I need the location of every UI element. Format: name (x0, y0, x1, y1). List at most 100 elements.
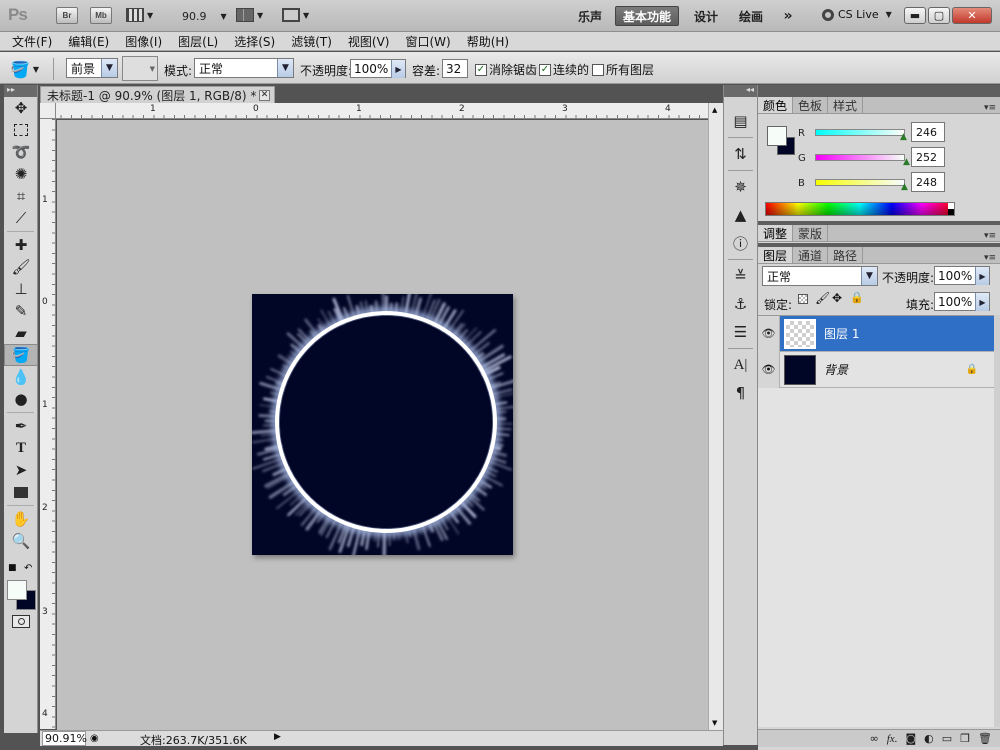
panel-menu-icon[interactable]: ▾≡ (984, 103, 996, 113)
document-tab[interactable]: 未标题-1 @ 90.9% (图层 1, RGB/8) * ✕ (40, 86, 275, 103)
clone-source-icon[interactable]: ⚓ (724, 290, 757, 318)
menu-window[interactable]: 窗口(W) (405, 33, 450, 50)
tab-layers[interactable]: 图层 (758, 247, 794, 263)
workspace-design[interactable]: 设计 (686, 6, 726, 26)
tools-panel-header[interactable]: ▸▸ (4, 85, 37, 97)
layer-name[interactable]: 背景 (824, 361, 848, 378)
info-panel-icon[interactable]: ⓘ (724, 229, 757, 257)
layer-name[interactable]: 图层 1 (824, 325, 859, 342)
more-workspaces-button[interactable]: » (776, 6, 800, 26)
screen-mode-button[interactable]: ▼ (282, 8, 309, 22)
crop-tool-icon[interactable]: ⌗ (4, 185, 38, 207)
tab-adjustments[interactable]: 调整 (758, 225, 794, 241)
workspace-music[interactable]: 乐声 (570, 6, 610, 26)
tab-styles[interactable]: 样式 (828, 97, 864, 113)
layer-fill-input[interactable]: 100% ▶ (934, 292, 990, 311)
quick-mask-button[interactable] (12, 615, 30, 628)
fill-source-select[interactable]: 前景 ▼ (66, 58, 118, 78)
mini-bridge-button[interactable]: Mb (90, 7, 112, 24)
eyedropper-tool-icon[interactable]: ⟋ (4, 207, 38, 229)
dodge-tool-icon[interactable]: ● (4, 388, 38, 410)
layer-row-layer1[interactable]: 👁 图层 1 (758, 315, 994, 352)
layer-opacity-input[interactable]: 100% ▶ (934, 266, 990, 285)
blend-mode-select[interactable]: 正常 ▼ (194, 58, 294, 78)
navigator-panel-icon[interactable]: ✵ (724, 173, 757, 201)
histogram-panel-icon[interactable]: ▲ (724, 201, 757, 229)
ruler-origin[interactable] (40, 103, 56, 119)
panel-menu-icon[interactable]: ▾≡ (984, 253, 996, 263)
green-value-input[interactable]: 252 (911, 147, 945, 167)
menu-view[interactable]: 视图(V) (348, 33, 390, 50)
menu-image[interactable]: 图像(I) (125, 33, 162, 50)
menu-help[interactable]: 帮助(H) (467, 33, 509, 50)
arrange-documents-button[interactable]: ▼ (236, 8, 263, 22)
contiguous-checkbox[interactable]: ✓ 连续的 (539, 61, 589, 78)
cs-live-button[interactable]: CS Live ▼ (822, 8, 892, 21)
all-layers-checkbox[interactable]: 所有图层 (592, 61, 654, 78)
color-fg-swatch[interactable] (767, 126, 787, 146)
blur-tool-icon[interactable]: 💧 (4, 366, 38, 388)
maximize-button[interactable]: ▢ (928, 7, 950, 24)
lock-position-icon[interactable]: ✥ (832, 291, 842, 305)
tab-paths[interactable]: 路径 (828, 247, 864, 263)
view-extras-button[interactable]: ▼ (126, 8, 153, 22)
lock-transparency-icon[interactable] (798, 294, 808, 304)
delete-layer-icon[interactable]: 🗑 (978, 732, 992, 745)
tolerance-input[interactable]: 32 (442, 59, 468, 78)
slider-thumb-icon[interactable]: ▲ (900, 132, 907, 142)
move-tool-icon[interactable]: ✥ (4, 97, 38, 119)
tab-swatches[interactable]: 色板 (793, 97, 829, 113)
color-spectrum-ramp[interactable] (765, 202, 955, 216)
marquee-tool-icon[interactable] (4, 119, 38, 141)
add-mask-icon[interactable]: ◙ (905, 732, 916, 745)
menu-filter[interactable]: 滤镜(T) (291, 33, 332, 50)
minimize-button[interactable]: ▬ (904, 7, 926, 24)
panel-group-header[interactable] (758, 85, 1000, 97)
default-colors-icon[interactable]: ■ (8, 563, 17, 573)
menu-layer[interactable]: 图层(L) (178, 33, 218, 50)
layer-blend-mode-select[interactable]: 正常 ▼ (762, 266, 878, 286)
layer-row-background[interactable]: 👁 背景 🔒 (758, 351, 994, 388)
green-slider[interactable]: ▲ (815, 154, 910, 167)
menu-edit[interactable]: 编辑(E) (68, 33, 109, 50)
slider-thumb-icon[interactable]: ▲ (901, 182, 908, 192)
lasso-tool-icon[interactable]: ➰ (4, 141, 38, 163)
visibility-eye-icon[interactable]: 👁 (758, 315, 780, 352)
tool-preset-picker[interactable]: 🪣 ▼ (10, 58, 54, 80)
opacity-input[interactable]: 100% ▶ (350, 59, 406, 78)
paragraph-panel-icon[interactable]: ¶ (724, 379, 757, 407)
document-canvas[interactable] (251, 284, 522, 560)
history-brush-tool-icon[interactable]: ✎ (4, 300, 38, 322)
healing-brush-tool-icon[interactable]: ✚ (4, 234, 38, 256)
chevron-right-icon[interactable]: ▶ (391, 60, 405, 78)
chevron-up-icon[interactable]: ▲ (712, 106, 717, 114)
link-layers-icon[interactable]: ∞ (870, 732, 879, 745)
antialias-checkbox[interactable]: ✓ 消除锯齿 (475, 61, 537, 78)
blue-slider[interactable]: ▲ (815, 179, 908, 192)
status-menu-arrow-icon[interactable]: ▶ (274, 732, 281, 742)
clone-stamp-tool-icon[interactable]: ⊥ (4, 278, 38, 300)
red-slider[interactable]: ▲ (815, 129, 907, 142)
chevron-down-icon[interactable]: ▼ (712, 719, 717, 727)
visibility-eye-icon[interactable]: 👁 (758, 351, 780, 388)
paint-bucket-tool-icon[interactable]: 🪣 (4, 344, 38, 366)
close-window-button[interactable]: ✕ (952, 7, 992, 24)
layer-style-fx-icon[interactable]: fx. (887, 733, 898, 745)
status-zoom-input[interactable]: 90.91% (42, 731, 87, 746)
chevron-right-icon[interactable]: ▶ (975, 267, 989, 285)
zoom-tool-icon[interactable]: 🔍 (4, 530, 38, 552)
close-tab-icon[interactable]: ✕ (259, 89, 270, 101)
foreground-color-swatch[interactable] (7, 580, 27, 600)
character-panel-icon[interactable]: A| (724, 351, 757, 379)
vertical-scrollbar[interactable]: ▲ ▼ (708, 103, 723, 730)
layers-scrollbar[interactable] (994, 315, 1000, 727)
workspace-essentials[interactable]: 基本功能 (615, 6, 679, 26)
tab-channels[interactable]: 通道 (793, 247, 829, 263)
panel-menu-icon[interactable]: ▾≡ (984, 231, 996, 241)
slider-thumb-icon[interactable]: ▲ (903, 157, 910, 167)
type-tool-icon[interactable]: T (4, 437, 38, 459)
menu-file[interactable]: 文件(F) (12, 33, 52, 50)
dock-header[interactable]: ◂◂ (724, 85, 757, 97)
adjustment-layer-icon[interactable]: ◐ (924, 732, 934, 745)
status-info-icon[interactable]: ◉ (90, 733, 99, 744)
